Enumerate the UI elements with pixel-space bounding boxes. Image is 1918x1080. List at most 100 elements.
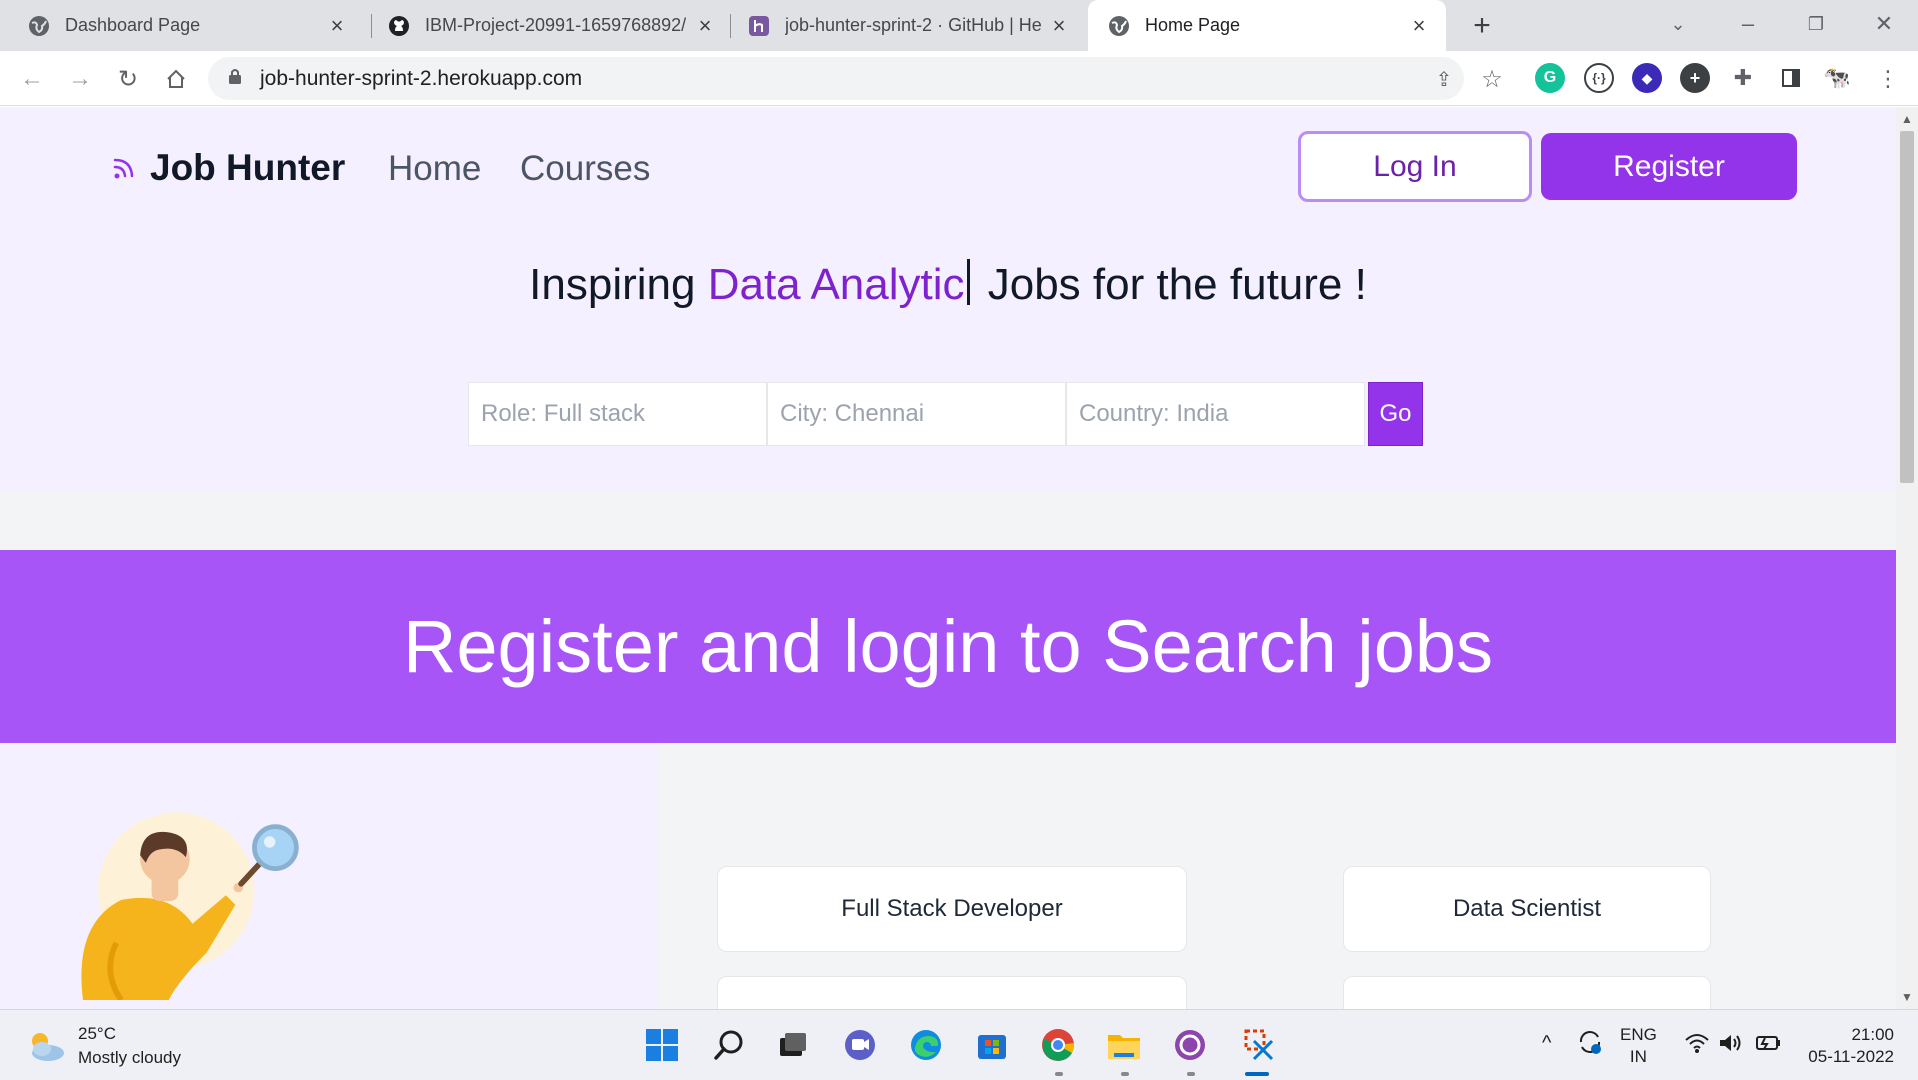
extension-diamond-icon[interactable]: ◆	[1632, 63, 1662, 93]
heroku-icon	[748, 15, 770, 37]
microsoft-store-icon[interactable]	[972, 1025, 1012, 1065]
scrollbar-thumb[interactable]	[1900, 131, 1914, 483]
job-card[interactable]	[717, 976, 1187, 1009]
edge-browser-icon[interactable]	[906, 1025, 946, 1065]
tab-title: Home Page	[1145, 15, 1241, 35]
role-input[interactable]: Role: Full stack	[468, 382, 767, 446]
system-clock[interactable]: 21:00 05-11-2022	[1804, 1024, 1894, 1068]
tab-heroku[interactable]: job-hunter-sprint-2 · GitHub | He ×	[732, 0, 1086, 51]
weather-temperature: 25°C	[78, 1024, 116, 1043]
battery-icon[interactable]	[1754, 1032, 1782, 1060]
country-input[interactable]: Country: India	[1066, 382, 1365, 446]
weather-description: Mostly cloudy	[78, 1048, 181, 1067]
reload-icon[interactable]: ↻	[108, 59, 148, 99]
running-indicator	[1055, 1072, 1063, 1076]
close-icon[interactable]: ×	[1048, 13, 1070, 38]
page-scrollbar[interactable]: ▲ ▼	[1896, 107, 1918, 1009]
profile-avatar-icon[interactable]: 🐄	[1822, 63, 1852, 93]
lock-icon	[228, 67, 242, 90]
share-icon[interactable]: ⇪	[1424, 59, 1464, 99]
extensions-puzzle-icon[interactable]: ✚	[1728, 63, 1758, 93]
tab-dashboard[interactable]: Dashboard Page ×	[0, 0, 364, 51]
cloudy-weather-icon	[32, 1033, 64, 1061]
register-banner: Register and login to Search jobs	[0, 550, 1896, 743]
windows-start-icon[interactable]	[642, 1025, 682, 1065]
tab-search-icon[interactable]: ⌄	[1658, 8, 1698, 40]
restore-icon[interactable]: ❐	[1796, 8, 1836, 40]
region-code: IN	[1629, 1047, 1647, 1066]
language-code: ENG	[1620, 1025, 1657, 1044]
file-explorer-icon[interactable]	[1104, 1025, 1144, 1065]
hero-headline: Inspiring Data Analytic Jobs for the fut…	[0, 259, 1896, 310]
github-desktop-icon[interactable]	[1170, 1025, 1210, 1065]
nav-home[interactable]: Home	[388, 149, 481, 189]
task-view-icon[interactable]	[773, 1025, 813, 1065]
globe-icon	[28, 15, 50, 37]
typing-caret	[966, 259, 970, 305]
sync-icon[interactable]	[1576, 1028, 1604, 1062]
snipping-tool-icon[interactable]	[1238, 1025, 1278, 1065]
tab-separator	[730, 14, 731, 38]
github-icon	[388, 15, 410, 37]
tab-title: IBM-Project-20991-1659768892/	[425, 15, 687, 35]
forward-icon[interactable]: →	[60, 59, 100, 99]
language-indicator[interactable]: ENG IN	[1620, 1024, 1657, 1068]
running-indicator	[1187, 1072, 1195, 1076]
browser-toolbar: ← → ↻ job-hunter-sprint-2.herokuapp.com …	[0, 51, 1918, 106]
scroll-up-icon[interactable]: ▲	[1896, 109, 1918, 129]
tab-github[interactable]: IBM-Project-20991-1659768892/ ×	[372, 0, 732, 51]
url-text: job-hunter-sprint-2.herokuapp.com	[260, 66, 583, 90]
extension-code-icon[interactable]: {·}	[1584, 63, 1614, 93]
weather-widget[interactable]: 25°C Mostly cloudy	[26, 1022, 181, 1070]
close-icon[interactable]: ×	[326, 13, 348, 38]
login-button[interactable]: Log In	[1298, 131, 1532, 202]
banner-text: Register and login to Search jobs	[402, 605, 1494, 688]
feed-icon	[113, 158, 134, 179]
headline-prefix: Inspiring	[529, 260, 708, 309]
bookmark-star-icon[interactable]: ☆	[1472, 59, 1512, 99]
menu-kebab-icon[interactable]: ⋮	[1868, 59, 1908, 99]
job-card[interactable]	[1343, 976, 1711, 1009]
go-button[interactable]: Go	[1368, 382, 1423, 446]
new-tab-button[interactable]: +	[1466, 9, 1498, 42]
job-seeker-illustration	[81, 812, 299, 1000]
chevron-up-icon[interactable]: ^	[1542, 1032, 1551, 1054]
job-search-form: Role: Full stack City: Chennai Country: …	[468, 382, 1423, 446]
city-input[interactable]: City: Chennai	[767, 382, 1066, 446]
teams-chat-icon[interactable]	[840, 1025, 880, 1065]
clock-time: 21:00	[1851, 1025, 1894, 1044]
headline-suffix: Jobs for the future !	[975, 260, 1367, 309]
close-icon[interactable]: ×	[694, 13, 716, 38]
tab-title: Dashboard Page	[65, 15, 201, 35]
headline-typed-text: Data Analytic	[707, 260, 965, 309]
brand-link[interactable]: Job Hunter	[108, 147, 345, 189]
tab-home-page[interactable]: Home Page ×	[1088, 0, 1446, 51]
register-button[interactable]: Register	[1541, 133, 1797, 200]
hero-section: Job Hunter Home Courses Log In Register …	[0, 107, 1896, 492]
tab-title: job-hunter-sprint-2 · GitHub | He	[785, 15, 1042, 35]
job-card-data-scientist[interactable]: Data Scientist	[1343, 866, 1711, 952]
search-icon[interactable]	[709, 1025, 749, 1065]
close-window-icon[interactable]: ✕	[1864, 8, 1904, 40]
close-icon[interactable]: ×	[1408, 13, 1430, 38]
grammarly-icon[interactable]: G	[1535, 63, 1565, 93]
job-card-full-stack-developer[interactable]: Full Stack Developer	[717, 866, 1187, 952]
windows-taskbar: 25°C Mostly cloudy ^ ENG IN 21:00 05-11-…	[0, 1009, 1918, 1080]
scroll-down-icon[interactable]: ▼	[1896, 987, 1918, 1007]
nav-courses[interactable]: Courses	[520, 149, 650, 189]
volume-icon[interactable]	[1718, 1032, 1744, 1060]
extension-plus-icon[interactable]: +	[1680, 63, 1710, 93]
wifi-icon[interactable]	[1684, 1032, 1710, 1060]
address-bar[interactable]: job-hunter-sprint-2.herokuapp.com	[208, 57, 1464, 100]
tab-strip: Dashboard Page × IBM-Project-20991-16597…	[0, 0, 1918, 51]
chrome-icon[interactable]	[1038, 1025, 1078, 1065]
brand-name: Job Hunter	[150, 147, 346, 188]
clock-date: 05-11-2022	[1808, 1047, 1894, 1066]
running-indicator	[1121, 1072, 1129, 1076]
minimize-icon[interactable]: –	[1728, 8, 1768, 40]
active-app-indicator	[1245, 1072, 1269, 1076]
home-icon[interactable]	[156, 59, 196, 99]
back-icon[interactable]: ←	[12, 59, 52, 99]
side-panel-icon[interactable]	[1776, 63, 1806, 93]
globe-icon	[1108, 15, 1130, 37]
